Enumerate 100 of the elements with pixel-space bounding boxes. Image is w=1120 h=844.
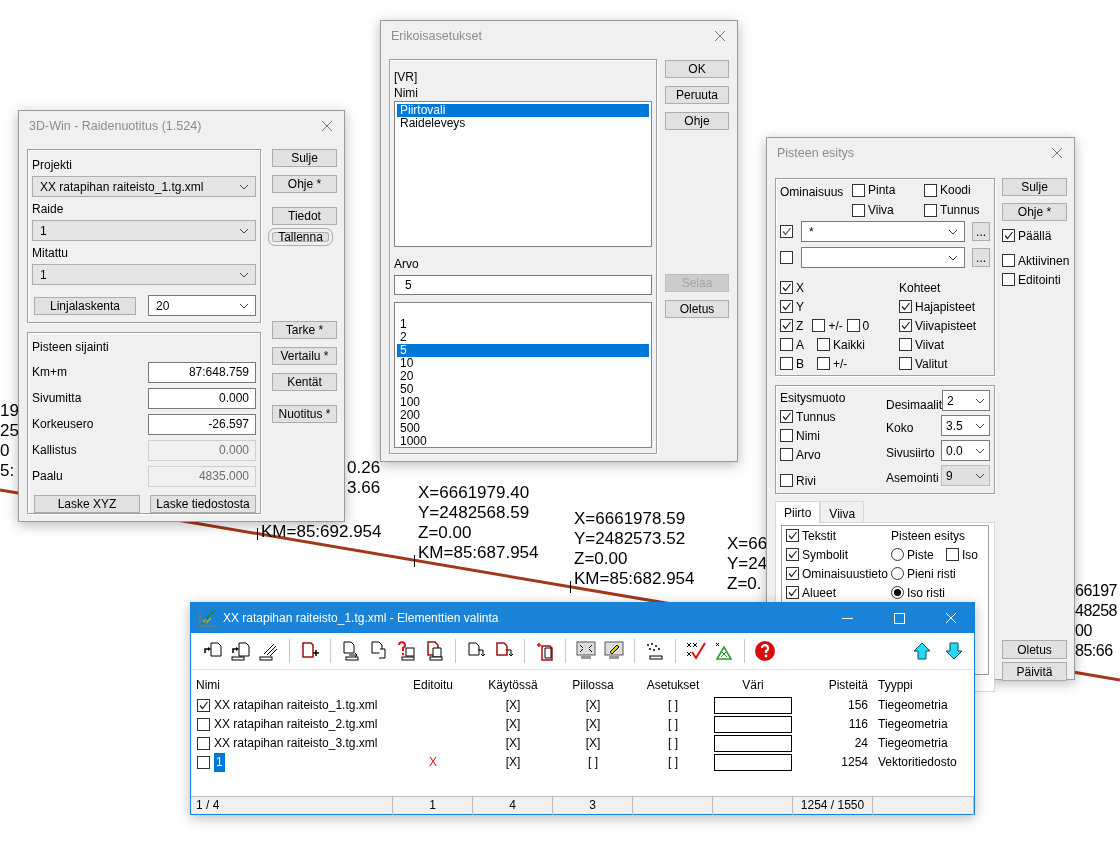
dialog-button[interactable]: Tarke * [272,321,337,339]
dialog-button[interactable]: OK [665,60,729,78]
checkbox[interactable] [780,429,793,442]
checkbox[interactable] [924,203,937,217]
list-item[interactable]: 50 [397,383,649,396]
list-item[interactable]: 1000 [397,435,649,448]
checkbox[interactable] [197,718,210,731]
document-arrow-icon[interactable] [230,640,252,662]
calculate-button[interactable]: Laske XYZ [34,495,140,513]
dropdown[interactable]: 1 [32,264,256,285]
tab[interactable]: Piirto [775,501,821,523]
dialog-button[interactable]: Ohje [665,112,729,130]
column-header[interactable]: Väri [713,674,793,696]
dialog-button[interactable]: Oletus [665,300,729,318]
color-swatch[interactable] [714,697,792,714]
dialog-button[interactable]: Oletus [1002,640,1067,659]
checkbox[interactable] [846,319,860,332]
column-header[interactable]: Piilossa [553,674,633,696]
list-item[interactable]: 2 [397,331,649,344]
triangle-icon[interactable] [713,640,735,662]
dropdown[interactable]: * [801,221,966,242]
dialog-button[interactable]: Päivitä [1002,662,1067,681]
monitor-icon[interactable] [575,640,597,662]
checkbox[interactable] [852,183,865,197]
tab[interactable]: Viiva [820,501,865,522]
checkbox[interactable] [780,300,793,313]
checkbox[interactable] [197,737,210,750]
input-field[interactable]: 5 [394,275,652,295]
dialog-button[interactable]: Ohje * [272,175,337,193]
checkbox[interactable] [197,699,210,712]
column-header[interactable]: Käytössä [473,674,553,696]
list-item[interactable]: 20 [397,370,649,383]
checkbox[interactable] [1002,229,1015,242]
checkbox[interactable] [780,225,793,238]
checkbox[interactable] [197,756,210,769]
arrow-down-icon[interactable] [944,641,964,661]
list-item[interactable]: 1 [397,318,649,331]
check-mark-icon[interactable] [685,640,707,662]
checkbox[interactable] [899,338,912,351]
dropdown[interactable]: 2 [942,390,990,411]
radio-button[interactable] [891,586,904,599]
linjalaskenta-button[interactable]: Linjalaskenta [34,296,136,315]
name-edit-field[interactable]: 1 [214,753,225,772]
list-item[interactable]: 500 [397,422,649,435]
input-field[interactable]: -26.597 [148,413,256,435]
checkbox[interactable] [780,338,793,351]
list-item[interactable]: 5 [397,344,649,357]
dialog-button[interactable]: Peruuta [665,86,729,104]
checkbox[interactable] [786,567,799,580]
column-header[interactable]: Nimi [191,674,393,696]
column-header[interactable]: Pisteitä [793,674,873,696]
checkbox[interactable] [899,357,912,370]
color-swatch[interactable] [714,716,792,733]
checkbox[interactable] [817,357,830,370]
checkbox[interactable] [924,183,937,197]
monitor-icon[interactable] [603,640,625,662]
dropdown[interactable]: 1 [32,220,256,241]
checkbox[interactable] [786,548,799,561]
more-button[interactable]: ... [972,248,990,267]
checkbox[interactable] [852,203,865,217]
checkbox[interactable] [780,474,793,487]
checkbox[interactable] [786,586,799,599]
dialog-button[interactable]: Tallenna [268,228,333,246]
dialog-button[interactable]: Sulje [1002,178,1067,196]
input-field[interactable]: 87:648.759 [148,361,256,383]
checkbox[interactable] [780,448,793,461]
dropdown[interactable] [801,247,966,268]
arrow-up-icon[interactable] [912,641,932,661]
checkbox[interactable] [899,300,912,313]
checkbox[interactable] [1002,273,1015,286]
dialog-button[interactable]: Kentät [272,373,337,391]
checkbox[interactable] [1002,254,1015,267]
checkbox[interactable] [817,338,830,351]
radio-button[interactable] [891,548,904,561]
dots-icon[interactable] [644,640,666,662]
dropdown[interactable]: 20 [148,295,256,316]
input-field[interactable]: 0.000 [148,387,256,409]
dialog-button[interactable]: Vertailu * [272,347,337,365]
list-item[interactable]: 200 [397,409,649,422]
dialog-button[interactable]: Ohje * [1002,203,1067,221]
dropdown[interactable]: 3.5 [941,415,990,436]
column-header[interactable]: Tyyppi [873,674,974,696]
checkbox[interactable] [780,357,793,370]
document-arrow-icon[interactable] [340,640,362,662]
checkbox[interactable] [780,319,793,332]
list-item[interactable]: Raideleveys [397,117,649,130]
color-swatch[interactable] [714,735,792,752]
checkbox[interactable] [780,410,793,423]
list-item[interactable]: Piirtovali [397,104,649,117]
checkbox[interactable] [899,319,912,332]
dialog-button[interactable]: Sulje [272,149,337,167]
radio-button[interactable] [891,567,904,580]
dropdown[interactable]: XX ratapihan raiteisto_1.tg.xml [32,176,256,197]
calculate-button[interactable]: Laske tiedostosta [150,495,256,513]
checkbox[interactable] [946,548,959,561]
dropdown[interactable]: 0.0 [941,440,990,461]
dialog-button[interactable]: Tiedot [272,207,337,225]
checkbox[interactable] [786,529,799,542]
dialog-button[interactable]: Nuotitus * [272,405,337,423]
document-arrow-icon[interactable] [424,640,446,662]
